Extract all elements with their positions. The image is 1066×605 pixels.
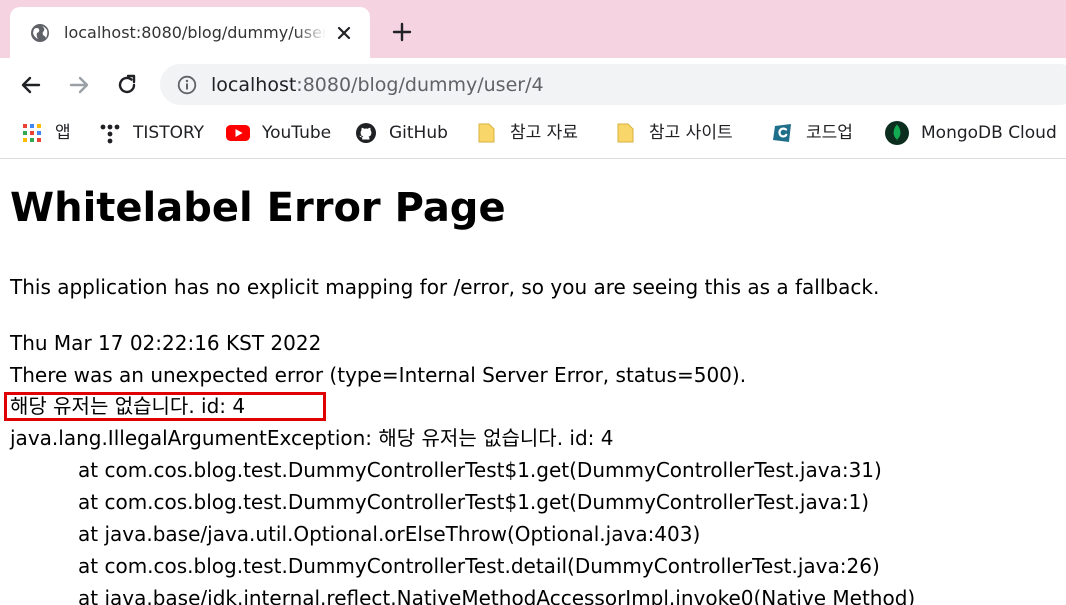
tab-strip: localhost:8080/blog/dummy/user/4 (0, 0, 1066, 58)
close-icon[interactable] (334, 23, 354, 43)
back-arrow-icon[interactable] (18, 72, 44, 98)
error-summary: There was an unexpected error (type=Inte… (10, 363, 747, 387)
stack-trace-line: at java.base/java.util.Optional.orElseTh… (78, 522, 701, 546)
globe-icon (31, 24, 49, 42)
stack-trace-line: at java.base/jdk.internal.reflect.Native… (78, 586, 916, 605)
bookmark-youtube[interactable]: YouTube (226, 111, 331, 155)
bookmark-mongodb[interactable]: MongoDB Cloud (885, 111, 1057, 155)
info-icon[interactable] (177, 75, 197, 95)
bookmark-label: YouTube (262, 123, 332, 143)
stack-trace-line: at com.cos.blog.test.DummyControllerTest… (78, 554, 880, 578)
bookmark-codeup[interactable]: 코드업 (772, 111, 853, 155)
bookmark-label: TISTORY (133, 123, 205, 143)
folder-icon (478, 123, 495, 143)
page-title: Whitelabel Error Page (10, 185, 506, 231)
youtube-icon (226, 125, 250, 141)
tab-title: localhost:8080/blog/dummy/user/4 (64, 23, 326, 42)
error-timestamp: Thu Mar 17 02:22:16 KST 2022 (10, 331, 322, 355)
stack-trace-line: at com.cos.blog.test.DummyControllerTest… (78, 490, 870, 514)
url-path: :8080/blog/dummy/user/4 (296, 74, 544, 96)
plus-icon[interactable] (390, 20, 414, 44)
reload-icon[interactable] (114, 72, 140, 98)
mongodb-icon (885, 121, 909, 145)
github-icon (356, 123, 376, 143)
apps-grid-icon (23, 124, 41, 142)
bookmark-label: GitHub (389, 123, 448, 143)
bookmark-label: MongoDB Cloud (921, 123, 1057, 143)
bookmark-label: 참고 자료 (510, 123, 578, 143)
bookmark-apps[interactable]: 앱 (21, 111, 71, 155)
page-content: Whitelabel Error Page This application h… (0, 160, 1066, 605)
folder-icon (617, 123, 634, 143)
bookmark-github[interactable]: GitHub (355, 111, 448, 155)
error-message: 해당 유저는 없습니다. id: 4 (10, 394, 246, 418)
tab-active[interactable]: localhost:8080/blog/dummy/user/4 (10, 7, 370, 58)
exception-line: java.lang.IllegalArgumentException: 해당 유… (10, 426, 614, 450)
bookmark-label: 참고 사이트 (649, 123, 733, 143)
browser-toolbar: localhost:8080/blog/dummy/user/4 (0, 58, 1066, 111)
stack-trace-line: at com.cos.blog.test.DummyControllerTest… (78, 458, 882, 482)
tistory-icon (100, 124, 120, 144)
bookmark-label: 코드업 (806, 123, 853, 143)
url-text[interactable]: localhost:8080/blog/dummy/user/4 (211, 73, 544, 97)
error-description: This application has no explicit mapping… (10, 275, 880, 299)
bookmark-tistory[interactable]: TISTORY (99, 111, 204, 155)
bookmark-label: 앱 (55, 123, 71, 143)
address-bar[interactable]: localhost:8080/blog/dummy/user/4 (160, 64, 1066, 105)
bookmark-folder-reference[interactable]: 참고 자료 (476, 111, 578, 155)
bookmarks-bar: 앱 TISTORY YouTube GitHub 참고 자료 참고 사이트 코드… (0, 111, 1066, 159)
bookmark-folder-sites[interactable]: 참고 사이트 (615, 111, 733, 155)
url-host: localhost (211, 74, 297, 96)
forward-arrow-icon[interactable] (66, 72, 92, 98)
codeup-icon (773, 124, 791, 142)
